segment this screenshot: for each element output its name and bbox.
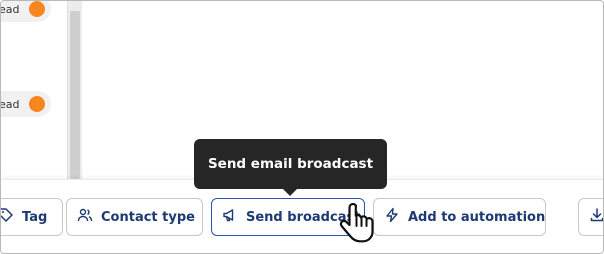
scrollbar-thumb[interactable]: [70, 11, 80, 179]
bulk-action-toolbar: Tag Contact type Send broadcast Add to a…: [1, 179, 603, 253]
status-badge-label: ead: [0, 2, 20, 16]
tag-icon: [1, 207, 14, 227]
send-broadcast-tooltip: Send email broadcast: [194, 139, 387, 189]
contact-list-column: ead ead: [1, 1, 67, 179]
users-icon: [77, 207, 93, 227]
status-dot: [29, 96, 45, 112]
app-window: ead ead Tag Contact type Send broadcast …: [0, 0, 604, 254]
export-button[interactable]: [578, 198, 603, 236]
status-badge-label: ead: [0, 97, 20, 111]
status-badge: ead: [0, 1, 51, 22]
add-to-automation-button-label: Add to automation: [408, 209, 546, 225]
download-icon: [589, 207, 603, 227]
contact-type-button[interactable]: Contact type: [66, 198, 203, 236]
vertical-scrollbar[interactable]: [67, 1, 83, 179]
tag-button[interactable]: Tag: [1, 198, 63, 236]
lightning-icon: [384, 207, 400, 227]
megaphone-icon: [222, 207, 238, 227]
tooltip-text: Send email broadcast: [207, 156, 374, 172]
add-to-automation-button[interactable]: Add to automation: [373, 198, 546, 236]
tooltip-arrow: [282, 188, 298, 196]
contact-type-button-label: Contact type: [101, 209, 195, 225]
status-dot: [29, 1, 45, 17]
status-badge: ead: [0, 91, 51, 117]
tag-button-label: Tag: [22, 209, 48, 225]
hand-pointer-icon: [339, 201, 377, 251]
